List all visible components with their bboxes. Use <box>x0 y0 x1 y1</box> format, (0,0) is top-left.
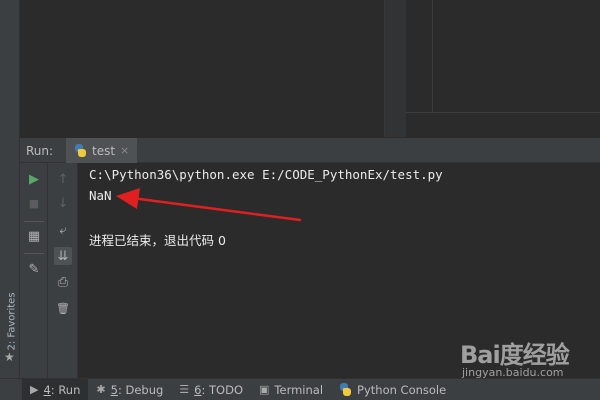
console-output-value: NaN <box>89 188 112 203</box>
run-toolbar-secondary: ↑ ↓ ⤶ ⇊ ⎙ 🗑 <box>48 163 78 378</box>
run-icon: ▶ <box>30 383 39 396</box>
console-command-line: C:\Python36\python.exe E:/CODE_PythonEx/… <box>89 167 443 182</box>
side-pane <box>406 0 600 137</box>
bottom-tab-run-number: 4 <box>43 382 51 397</box>
layout-icon[interactable]: ▦ <box>25 227 43 245</box>
arrow-up-icon[interactable]: ↑ <box>54 170 72 188</box>
run-panel-header: Run: test × <box>20 137 600 163</box>
bug-icon: ✱ <box>96 383 106 396</box>
favorites-tab[interactable]: 2: Favorites ★ <box>2 288 18 368</box>
editor-area <box>20 0 600 137</box>
pin-icon[interactable]: ✎ <box>25 260 43 278</box>
toolbar-divider <box>24 221 44 222</box>
print-icon[interactable]: ⎙ <box>54 273 72 291</box>
side-pane-divider <box>432 0 433 112</box>
python-icon <box>74 144 87 157</box>
soft-wrap-icon[interactable]: ⤶ <box>54 221 72 239</box>
baidu-jingyan-watermark: Bai度经验 jingyan.baidu.com <box>456 335 596 380</box>
toolbar-divider <box>24 253 44 254</box>
scroll-to-end-icon[interactable]: ⇊ <box>54 247 72 265</box>
run-tab-label: test <box>92 143 116 158</box>
bottom-tab-debug-label: : Debug <box>117 382 164 397</box>
bottom-tab-terminal[interactable]: ▣ Terminal <box>251 379 331 400</box>
bottom-tab-run-label: : Run <box>50 382 81 397</box>
bottom-tab-todo[interactable]: ☰ 6: TODO <box>171 379 251 400</box>
python-console-icon <box>339 383 352 396</box>
bottom-tab-python-console[interactable]: Python Console <box>331 379 454 400</box>
bottom-tab-python-console-label: Python Console <box>357 382 447 397</box>
editor-gutter <box>384 0 406 137</box>
star-icon: ★ <box>4 350 15 364</box>
left-tool-strip: 2: Favorites ★ <box>0 0 20 378</box>
tool-window-bar: ▶ 4: Run ✱ 5: Debug ☰ 6: TODO ▣ Terminal… <box>0 378 600 400</box>
arrow-down-icon[interactable]: ↓ <box>54 194 72 212</box>
watermark-logo: Bai度经验 <box>460 341 570 369</box>
todo-icon: ☰ <box>179 383 190 396</box>
run-toolbar-primary: ▶ ■ ▦ ✎ <box>20 163 48 378</box>
watermark-url: jingyan.baidu.com <box>462 366 564 379</box>
stop-icon[interactable]: ■ <box>25 194 43 212</box>
bottom-tab-terminal-label: Terminal <box>274 382 324 397</box>
run-tab-test[interactable]: test × <box>66 138 138 163</box>
close-icon[interactable]: × <box>120 144 129 157</box>
rerun-icon[interactable]: ▶ <box>25 170 43 188</box>
trash-icon[interactable]: 🗑 <box>54 299 72 317</box>
bottom-tab-run[interactable]: ▶ 4: Run <box>22 378 89 400</box>
terminal-icon: ▣ <box>259 383 270 396</box>
bottom-tab-todo-number: 6 <box>194 382 202 397</box>
bottom-tab-todo-label: : TODO <box>201 382 244 397</box>
bottom-tab-debug[interactable]: ✱ 5: Debug <box>88 379 171 400</box>
run-panel-title: Run: <box>26 144 54 158</box>
bottom-tab-debug-number: 5 <box>110 382 118 397</box>
side-pane-hline <box>406 112 600 113</box>
editor-pane[interactable] <box>20 0 384 137</box>
console-exit-message: 进程已结束，退出代码 0 <box>89 233 226 248</box>
